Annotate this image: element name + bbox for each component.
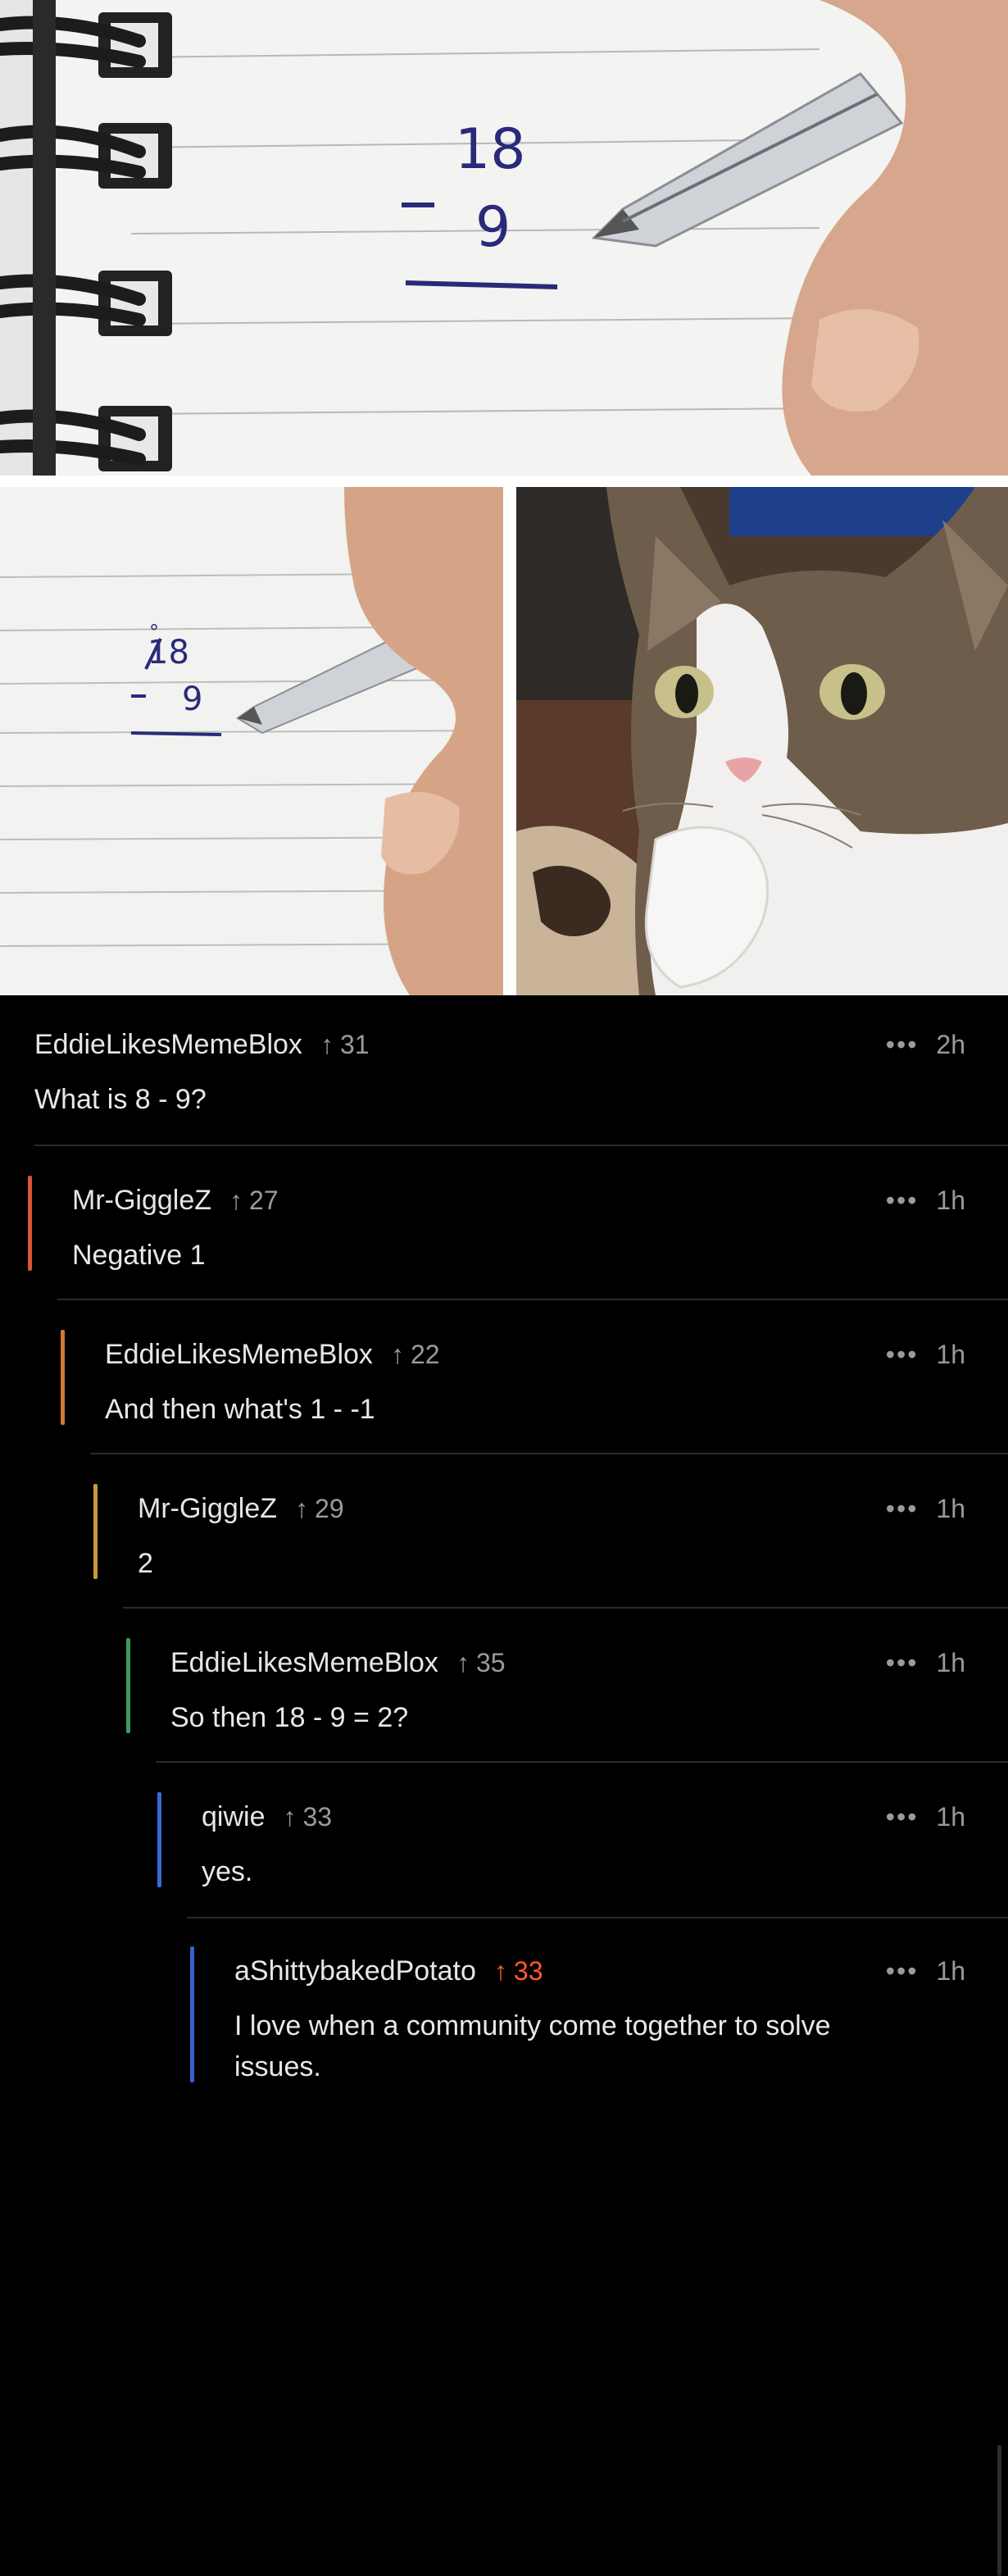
comment-time: 1h — [936, 1647, 965, 1677]
comment-username[interactable]: Mr-GiggleZ — [138, 1493, 277, 1525]
comment-reply: aShittybakedPotato ↑ 33 ••• 1h I love wh… — [190, 1946, 1008, 2082]
comment-header: Mr-GiggleZ ↑ 27 — [72, 1184, 279, 1217]
comment-meta: ••• 1h — [886, 1492, 965, 1525]
more-dots-icon[interactable]: ••• — [886, 1030, 919, 1060]
comment-score: 29 — [315, 1493, 344, 1523]
more-dots-icon[interactable]: ••• — [886, 1956, 919, 1987]
comment-body: So then 18 - 9 = 2? — [170, 1702, 409, 1733]
comment-body: I love when a community come together to… — [234, 2010, 831, 2082]
comment-reply: qiwie ↑ 33 ••• 1h yes. — [157, 1792, 1008, 1887]
comment-score: 33 — [302, 1801, 333, 1832]
comment-divider — [123, 1607, 1008, 1609]
svg-text:°: ° — [149, 621, 159, 644]
arrow-up-icon[interactable]: ↑ — [229, 1186, 243, 1216]
comment: EddieLikesMemeBlox ↑ 31 ••• 2h What is 8… — [34, 1028, 1008, 1116]
handwritten-digits-top: 18 — [455, 117, 526, 182]
scrollbar[interactable] — [997, 2445, 1001, 2576]
thread-indent-bar — [28, 1176, 32, 1271]
comment-header: EddieLikesMemeBlox ↑ 31 — [34, 1028, 370, 1061]
comment-username[interactable]: qiwie — [202, 1801, 265, 1833]
comment-body: And then what's 1 - -1 — [105, 1394, 375, 1425]
meme-panel-bottom-right — [516, 487, 1008, 995]
comment-header: Mr-GiggleZ ↑ 29 — [138, 1492, 344, 1525]
comment-username[interactable]: aShittybakedPotato — [234, 1955, 476, 1987]
arrow-up-icon[interactable]: ↑ — [320, 1030, 334, 1060]
comment-header: qiwie ↑ 33 — [202, 1800, 332, 1833]
comment-reply: EddieLikesMemeBlox ↑ 35 ••• 1h So then 1… — [126, 1638, 1008, 1733]
comment-reply: Mr-GiggleZ ↑ 27 ••• 1h Negative 1 — [28, 1176, 1008, 1271]
more-dots-icon[interactable]: ••• — [886, 1648, 919, 1678]
more-dots-icon[interactable]: ••• — [886, 1494, 919, 1524]
thread-indent-bar — [157, 1792, 161, 1887]
comment-username[interactable]: EddieLikesMemeBlox — [170, 1647, 438, 1679]
comment-meta: ••• 1h — [886, 1800, 965, 1833]
comment-score: 35 — [475, 1647, 506, 1677]
comment-body: What is 8 - 9? — [34, 1084, 207, 1115]
comment-score: 33 — [513, 1955, 543, 1986]
comment-score: 27 — [249, 1185, 279, 1215]
comment-divider — [34, 1145, 1008, 1146]
comment-divider — [187, 1917, 1008, 1918]
comment-header: EddieLikesMemeBlox ↑ 22 — [105, 1338, 440, 1371]
comment-body: yes. — [202, 1856, 253, 1887]
comment-meta: ••• 2h — [886, 1028, 965, 1061]
comment-thread: EddieLikesMemeBlox ↑ 31 ••• 2h What is 8… — [0, 995, 1008, 2576]
arrow-up-icon[interactable]: ↑ — [456, 1648, 470, 1678]
arrow-up-icon[interactable]: ↑ — [494, 1956, 507, 1987]
comment-username[interactable]: Mr-GiggleZ — [72, 1185, 211, 1217]
thread-indent-bar — [126, 1638, 130, 1733]
thread-indent-bar — [61, 1330, 65, 1425]
comment-header: aShittybakedPotato ↑ 33 — [234, 1955, 543, 1987]
svg-text:9: 9 — [475, 195, 511, 260]
comment-username[interactable]: EddieLikesMemeBlox — [105, 1339, 373, 1371]
comment-score: 22 — [410, 1339, 440, 1369]
comment-meta: ••• 1h — [886, 1646, 965, 1679]
comment-meta: ••• 1h — [886, 1338, 965, 1371]
comment-divider — [57, 1299, 1008, 1300]
comment-time: 1h — [936, 1493, 965, 1523]
meme-panel-bottom-left: 18 ° 9 — [0, 487, 503, 995]
comment-time: 1h — [936, 1339, 965, 1369]
panel-divider — [0, 476, 1008, 487]
svg-text:9: 9 — [182, 680, 202, 718]
comment-body: Negative 1 — [72, 1240, 206, 1271]
meme-panel-top: 18 9 — [0, 0, 1008, 476]
panel-divider-vertical — [503, 487, 516, 995]
comment-time: 2h — [936, 1029, 965, 1059]
comment-username[interactable]: EddieLikesMemeBlox — [34, 1029, 302, 1061]
arrow-up-icon[interactable]: ↑ — [283, 1802, 296, 1832]
comment-time: 1h — [936, 1801, 965, 1832]
arrow-up-icon[interactable]: ↑ — [295, 1494, 308, 1524]
notebook-drawing: 18 9 — [0, 0, 1008, 476]
notebook-drawing-2: 18 ° 9 — [0, 487, 503, 995]
more-dots-icon[interactable]: ••• — [886, 1802, 919, 1832]
more-dots-icon[interactable]: ••• — [886, 1340, 919, 1370]
comment-divider — [90, 1453, 1008, 1454]
thread-indent-bar — [93, 1484, 98, 1579]
comment-meta: ••• 1h — [886, 1184, 965, 1217]
comment-reply: EddieLikesMemeBlox ↑ 22 ••• 1h And then … — [61, 1330, 1008, 1425]
comment-header: EddieLikesMemeBlox ↑ 35 — [170, 1646, 506, 1679]
more-dots-icon[interactable]: ••• — [886, 1186, 919, 1216]
comment-body: 2 — [138, 1548, 153, 1579]
comment-meta: ••• 1h — [886, 1955, 965, 1987]
thinking-cat-image — [516, 487, 1008, 995]
comment-time: 1h — [936, 1955, 965, 1986]
comment-reply: Mr-GiggleZ ↑ 29 ••• 1h 2 — [93, 1484, 1008, 1579]
thread-indent-bar — [190, 1946, 194, 2082]
comment-time: 1h — [936, 1185, 965, 1215]
arrow-up-icon[interactable]: ↑ — [391, 1340, 404, 1370]
comment-score: 31 — [339, 1029, 370, 1059]
comment-divider — [156, 1761, 1008, 1763]
